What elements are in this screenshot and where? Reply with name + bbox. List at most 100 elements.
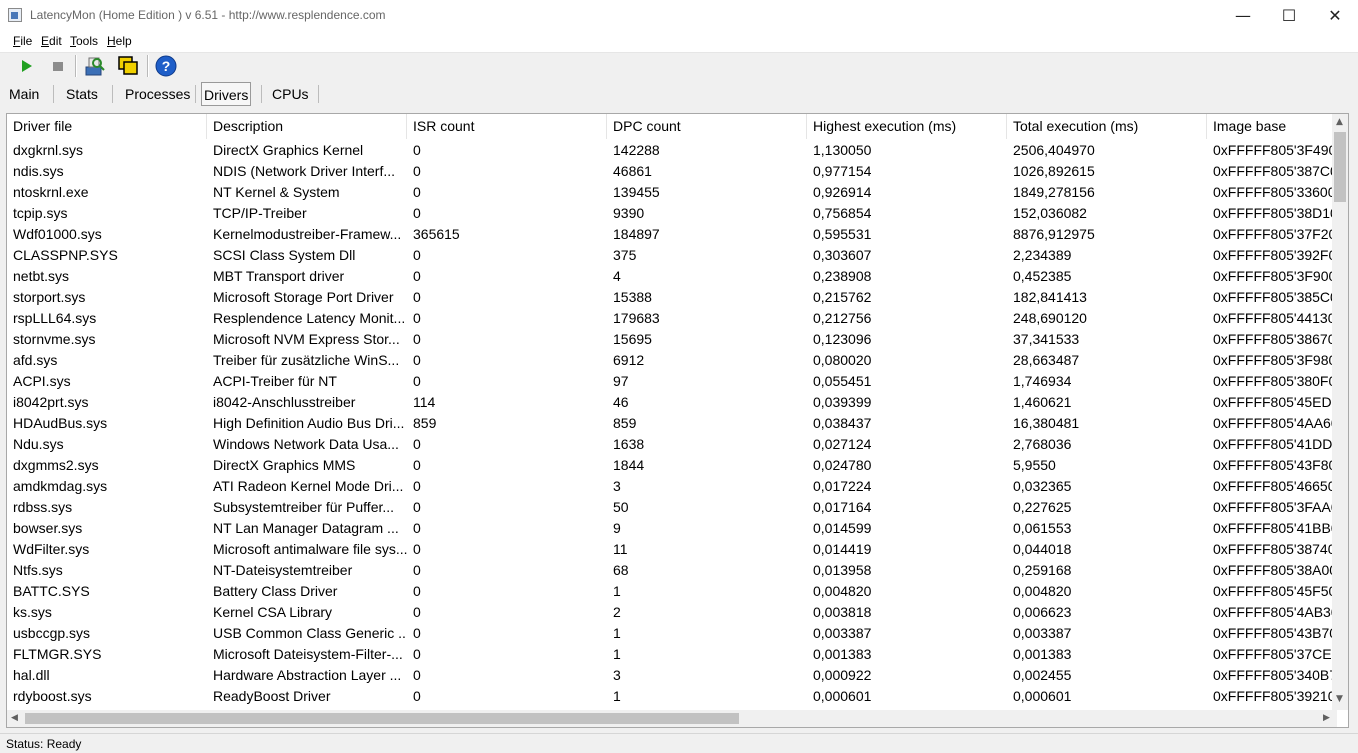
table-row[interactable]: dxgmms2.sys DirectX Graphics MMS 0 1844 0,02… — [7, 455, 1337, 476]
cell-dpc-count: 68 — [613, 562, 629, 578]
table-row[interactable]: afd.sys Treiber für zusätzliche WinS... 0 6… — [7, 350, 1337, 371]
menu-help[interactable]: Help — [107, 34, 132, 48]
column-header-driver-file[interactable]: Driver file — [7, 114, 207, 139]
menu-tools[interactable]: Tools — [70, 34, 98, 48]
vertical-scroll-thumb[interactable] — [1334, 132, 1346, 202]
column-header-total-execution[interactable]: Total execution (ms) — [1007, 114, 1207, 139]
menu-file[interactable]: File — [13, 34, 32, 48]
table-row[interactable]: dxgkrnl.sys DirectX Graphics Kernel 0 14228… — [7, 140, 1337, 161]
drivers-table: Driver file Description ISR count DPC co… — [6, 113, 1349, 728]
table-row[interactable]: hal.dll Hardware Abstraction Layer ... 0 3 0… — [7, 665, 1337, 686]
menu-edit[interactable]: Edit — [41, 34, 62, 48]
drivers-lookup-icon[interactable] — [83, 54, 107, 78]
cell-total-execution: 182,841413 — [1013, 289, 1087, 305]
cell-highest-execution: 0,238908 — [813, 268, 872, 284]
table-row[interactable]: i8042prt.sys i8042-Anschlusstreiber 114 46 0… — [7, 392, 1337, 413]
cell-highest-execution: 0,017224 — [813, 478, 872, 494]
tab-processes[interactable]: Processes — [123, 82, 192, 106]
scroll-left-arrow-icon[interactable]: ◀ — [11, 713, 18, 723]
tab-cpus[interactable]: CPUs — [270, 82, 311, 106]
cell-driver-file: ACPI.sys — [13, 373, 71, 389]
column-header-isr-count[interactable]: ISR count — [407, 114, 607, 139]
minimize-button[interactable]: — — [1220, 0, 1266, 32]
cell-driver-file: i8042prt.sys — [13, 394, 89, 410]
help-icon[interactable]: ? — [154, 54, 178, 78]
menu-bar: File Edit Tools Help — [0, 32, 1358, 53]
tab-stats[interactable]: Stats — [64, 82, 100, 106]
vertical-scrollbar[interactable]: ▲ ▼ — [1332, 114, 1348, 710]
table-row[interactable]: stornvme.sys Microsoft NVM Express Stor..… — [7, 329, 1337, 350]
play-icon[interactable] — [14, 54, 38, 78]
scroll-right-arrow-icon[interactable]: ▶ — [1323, 713, 1330, 723]
table-row[interactable]: amdkmdag.sys ATI Radeon Kernel Mode Dri..… — [7, 476, 1337, 497]
table-row[interactable]: usbccgp.sys USB Common Class Generic ... 0… — [7, 623, 1337, 644]
tab-separator — [318, 85, 319, 103]
cell-dpc-count: 3 — [613, 478, 621, 494]
cell-driver-file: ntoskrnl.exe — [13, 184, 89, 200]
table-row[interactable]: ks.sys Kernel CSA Library 0 2 0,003818 0,0066… — [7, 602, 1337, 623]
maximize-button[interactable]: ☐ — [1266, 0, 1312, 32]
cell-isr-count: 0 — [413, 457, 421, 473]
table-row[interactable]: netbt.sys MBT Transport driver 0 4 0,238908 0… — [7, 266, 1337, 287]
cell-driver-file: FLTMGR.SYS — [13, 646, 102, 662]
cell-dpc-count: 3 — [613, 667, 621, 683]
table-row[interactable]: ACPI.sys ACPI-Treiber für NT 0 97 0,055451 1,… — [7, 371, 1337, 392]
status-text: Status: Ready — [6, 737, 82, 751]
table-row[interactable]: ntoskrnl.exe NT Kernel & System 0 139455 0,9… — [7, 182, 1337, 203]
cell-description: ACPI-Treiber für NT — [213, 373, 337, 389]
windows-icon[interactable] — [116, 54, 140, 78]
cell-highest-execution: 0,000922 — [813, 667, 872, 683]
close-button[interactable]: ✕ — [1312, 0, 1358, 32]
table-row[interactable]: HDAudBus.sys High Definition Audio Bus Dr… — [7, 413, 1337, 434]
column-header-dpc-count[interactable]: DPC count — [607, 114, 807, 139]
table-row[interactable]: WdFilter.sys Microsoft antimalware file s… — [7, 539, 1337, 560]
column-header-image-base[interactable]: Image base — [1207, 114, 1337, 139]
table-row[interactable]: rdyboost.sys ReadyBoost Driver 0 1 0,000601 0… — [7, 686, 1337, 707]
table-row[interactable]: storport.sys Microsoft Storage Port Drive… — [7, 287, 1337, 308]
cell-image-base: 0xFFFFF805'38D10( — [1213, 205, 1337, 221]
cell-image-base: 0xFFFFF805'43F800 — [1213, 457, 1337, 473]
cell-total-execution: 0,032365 — [1013, 478, 1072, 494]
cell-dpc-count: 50 — [613, 499, 629, 515]
column-header-description[interactable]: Description — [207, 114, 407, 139]
tab-main[interactable]: Main — [7, 82, 41, 106]
table-row[interactable]: bowser.sys NT Lan Manager Datagram ... 0 9 0… — [7, 518, 1337, 539]
table-row[interactable]: rdbss.sys Subsystemtreiber für Puffer... 0… — [7, 497, 1337, 518]
cell-total-execution: 0,001383 — [1013, 646, 1072, 662]
cell-driver-file: tcpip.sys — [13, 205, 68, 221]
table-row[interactable]: BATTC.SYS Battery Class Driver 0 1 0,004820 0… — [7, 581, 1337, 602]
cell-image-base: 0xFFFFF805'441300 — [1213, 310, 1337, 326]
tab-drivers[interactable]: Drivers — [201, 82, 252, 106]
cell-image-base: 0xFFFFF805'340B70 — [1213, 667, 1337, 683]
cell-dpc-count: 4 — [613, 268, 621, 284]
toolbar: ? — [0, 53, 1358, 80]
table-row[interactable]: tcpip.sys TCP/IP-Treiber 0 9390 0,756854 152,… — [7, 203, 1337, 224]
cell-dpc-count: 1638 — [613, 436, 645, 452]
cell-driver-file: storport.sys — [13, 289, 86, 305]
tab-separator — [195, 85, 196, 103]
cell-highest-execution: 0,014599 — [813, 520, 872, 536]
table-row[interactable]: Ndu.sys Windows Network Data Usa... 0 1638 0… — [7, 434, 1337, 455]
cell-total-execution: 0,061553 — [1013, 520, 1072, 536]
column-header-highest-execution[interactable]: Highest execution (ms) — [807, 114, 1007, 139]
cell-highest-execution: 0,926914 — [813, 184, 872, 200]
svg-text:?: ? — [162, 58, 171, 74]
table-row[interactable]: rspLLL64.sys Resplendence Latency Monit..… — [7, 308, 1337, 329]
cell-description: NT Kernel & System — [213, 184, 340, 200]
cell-driver-file: amdkmdag.sys — [13, 478, 108, 494]
table-row[interactable]: FLTMGR.SYS Microsoft Dateisystem-Filter-.… — [7, 644, 1337, 665]
cell-description: Resplendence Latency Monit... — [213, 310, 406, 326]
tab-separator — [261, 85, 262, 103]
horizontal-scroll-thumb[interactable] — [25, 713, 739, 724]
scroll-down-arrow-icon[interactable]: ▼ — [1336, 694, 1343, 704]
cell-highest-execution: 0,000601 — [813, 688, 872, 704]
table-row[interactable]: ndis.sys NDIS (Network Driver Interf... 0 4… — [7, 161, 1337, 182]
horizontal-scrollbar[interactable]: ◀ ▶ — [7, 710, 1337, 727]
table-row[interactable]: Ntfs.sys NT-Dateisystemtreiber 0 68 0,013958… — [7, 560, 1337, 581]
scroll-up-arrow-icon[interactable]: ▲ — [1336, 117, 1343, 127]
stop-icon[interactable] — [46, 54, 70, 78]
cell-driver-file: BATTC.SYS — [13, 583, 90, 599]
cell-total-execution: 2,768036 — [1013, 436, 1072, 452]
table-row[interactable]: Wdf01000.sys Kernelmodustreiber-Framew...… — [7, 224, 1337, 245]
table-row[interactable]: CLASSPNP.SYS SCSI Class System Dll 0 375 0,3… — [7, 245, 1337, 266]
